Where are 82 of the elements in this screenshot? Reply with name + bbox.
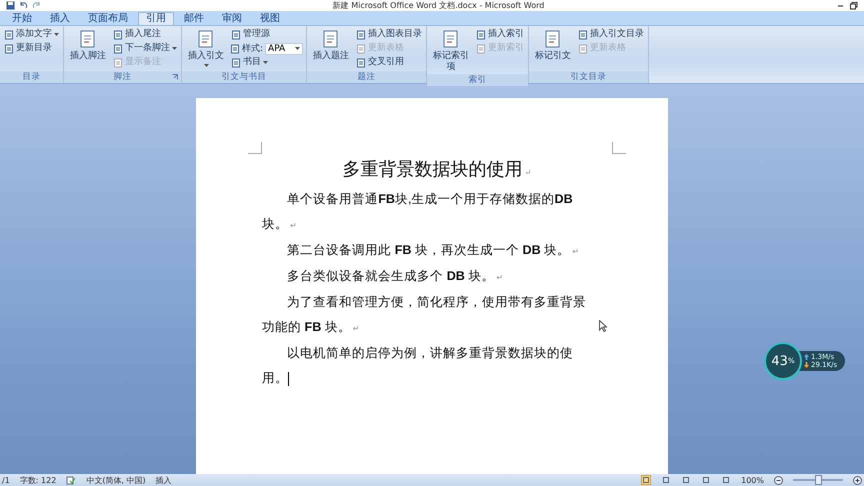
download-arrow-icon	[804, 362, 809, 368]
caret-icon	[172, 46, 177, 50]
style-label: 样式:	[242, 42, 264, 55]
zoom-level[interactable]: 100%	[741, 476, 764, 484]
ribbon-tab[interactable]: 引用	[138, 12, 174, 25]
save-icon[interactable]	[6, 1, 15, 10]
document-paragraph: 第二台设备调用此 FB 块，再次生成一个 DB 块。↵	[286, 242, 580, 259]
document-paragraph: 单个设备用普通FB块,生成一个用于存储数据的DB块。↵	[262, 191, 574, 233]
document-paragraph: 以电机简单的启停为例，讲解多重背景数据块的使用。	[262, 345, 574, 388]
ribbon-button[interactable]: 插入尾注	[112, 28, 178, 41]
document-icon	[113, 44, 123, 54]
caret-icon	[295, 46, 300, 50]
document-icon	[113, 30, 123, 40]
ribbon-large-button[interactable]: 标记引文	[532, 28, 574, 63]
ribbon-tab[interactable]: 视图	[252, 12, 288, 25]
document-icon	[356, 44, 366, 54]
ribbon-button[interactable]: 插入图表目录	[355, 28, 424, 41]
margin-corner-mark	[612, 142, 626, 154]
document-icon	[231, 30, 241, 40]
group-label: 目录	[22, 71, 40, 83]
ribbon-large-button[interactable]: 插入脚注	[67, 28, 109, 63]
ribbon-button[interactable]: 添加文字	[3, 28, 60, 41]
caret-icon	[54, 32, 59, 36]
margin-corner-mark	[248, 142, 262, 154]
usage-percent: 43	[771, 354, 788, 368]
ribbon-button[interactable]: 书目	[230, 56, 304, 69]
restore-icon[interactable]	[849, 1, 858, 10]
mouse-pointer-icon	[599, 320, 607, 332]
spellcheck-icon[interactable]	[66, 476, 76, 484]
ribbon-button[interactable]: 管理源	[230, 28, 304, 41]
ribbon-tab[interactable]: 开始	[4, 12, 40, 25]
document-icon	[578, 30, 588, 40]
group-label: 引文与书目	[222, 71, 267, 83]
insert-mode[interactable]: 插入	[156, 474, 172, 486]
group-label: 索引	[468, 74, 487, 86]
view-button[interactable]	[721, 475, 732, 485]
document-icon	[231, 58, 241, 68]
ribbon-button[interactable]: 插入索引	[475, 28, 526, 41]
document-icon	[356, 30, 366, 40]
ribbon-button[interactable]: 下一条脚注	[112, 42, 178, 55]
document-icon	[476, 30, 486, 40]
group-label: 题注	[358, 71, 376, 83]
group-label: 脚注	[114, 71, 132, 83]
ribbon-tab[interactable]: 审阅	[214, 12, 250, 25]
view-button[interactable]	[641, 475, 652, 485]
zoom-in-icon[interactable]	[853, 476, 862, 484]
ribbon-tab[interactable]: 插入	[42, 12, 78, 25]
language-indicator[interactable]: 中文(简体, 中国)	[86, 474, 146, 486]
ribbon-large-button[interactable]: 标记索引项	[430, 28, 472, 74]
group-label: 引文目录	[570, 71, 607, 83]
redo-icon[interactable]	[32, 1, 41, 10]
document-icon	[4, 30, 14, 40]
ribbon-large-button[interactable]: 插入题注	[310, 28, 352, 63]
word-count[interactable]: 字数: 122	[20, 474, 56, 486]
document-icon	[4, 44, 14, 54]
document-icon	[113, 58, 123, 68]
document-icon	[356, 58, 366, 68]
ribbon-button[interactable]: 更新目录	[3, 42, 60, 55]
dialog-launcher-icon[interactable]	[172, 74, 178, 80]
style-dropdown[interactable]: APA	[265, 42, 304, 54]
document-paragraph: 多台类似设备就会生成多个 DB 块。↵	[286, 268, 504, 285]
document-title: 多重背景数据块的使用↵	[342, 158, 532, 181]
caret-icon	[263, 60, 268, 64]
upload-arrow-icon	[804, 354, 809, 360]
zoom-out-icon[interactable]	[774, 476, 783, 484]
view-button[interactable]	[681, 475, 692, 485]
document-icon	[578, 44, 588, 54]
ribbon-large-button[interactable]: 插入引文	[185, 28, 227, 69]
view-button[interactable]	[661, 475, 672, 485]
document-paragraph: 为了查看和管理方便，简化程序，使用带有多重背景功能的 FB 块。↵	[262, 294, 588, 336]
ribbon-button[interactable]: 插入引文目录	[577, 28, 646, 41]
ribbon-tab[interactable]: 邮件	[176, 12, 212, 25]
zoom-slider-thumb[interactable]	[815, 475, 822, 485]
undo-icon[interactable]	[19, 1, 28, 10]
document-icon	[230, 44, 240, 54]
ribbon-button[interactable]: 交叉引用	[355, 56, 424, 69]
page-count: /1	[2, 476, 10, 484]
window-title: 新建 Microsoft Office Word 文档.docx - Microsoft Word	[332, 0, 546, 11]
ribbon-tab[interactable]: 页面布局	[80, 12, 136, 25]
caret-icon	[204, 64, 208, 68]
view-button[interactable]	[701, 475, 712, 485]
document-icon	[476, 44, 486, 54]
